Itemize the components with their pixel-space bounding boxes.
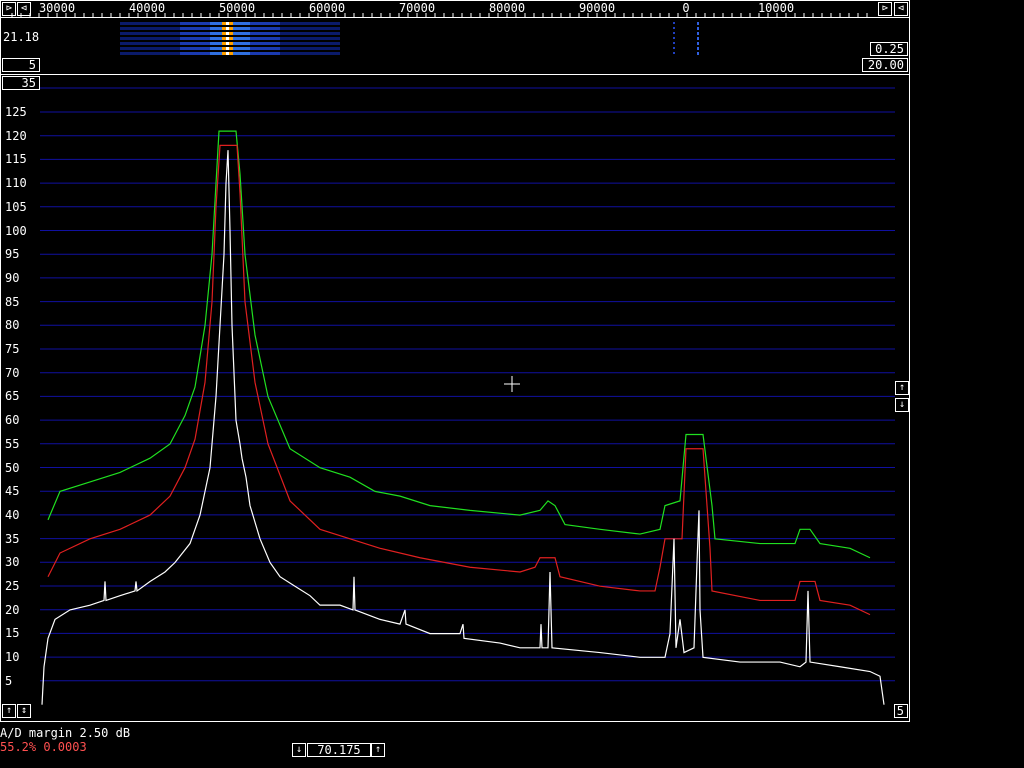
waterfall-signal <box>226 42 229 45</box>
waterfall-signal <box>222 27 226 30</box>
waterfall-signal <box>226 27 229 30</box>
ad-margin-text: A/D margin 2.50 dB <box>0 726 131 740</box>
waterfall-signal <box>222 42 226 45</box>
waterfall-signal <box>229 27 233 30</box>
waterfall-signal <box>697 32 699 35</box>
waterfall-signal <box>673 22 675 24</box>
waterfall-signal <box>697 37 699 40</box>
cpu-load-text: 55.2% 0.0003 <box>0 740 87 754</box>
waterfall-signal <box>673 47 675 49</box>
waterfall-signal <box>229 42 233 45</box>
waterfall-signal <box>226 22 229 25</box>
waterfall-signal <box>226 47 229 50</box>
waterfall-signal <box>222 22 226 25</box>
waterfall-signal <box>673 37 675 39</box>
waterfall-signal <box>229 22 233 25</box>
waterfall-signal <box>697 27 699 30</box>
waterfall-signal <box>673 32 675 34</box>
waterfall-signal <box>697 47 699 50</box>
waterfall-signal <box>222 32 226 35</box>
freq-down-button[interactable]: ↓ <box>292 743 306 757</box>
waterfall-signal <box>229 52 233 55</box>
waterfall-signal <box>226 52 229 55</box>
waterfall-signal <box>673 52 675 54</box>
spectrum-graph <box>11 13 895 705</box>
waterfall-signal <box>226 32 229 35</box>
freq-up-button[interactable]: ↑ <box>371 743 385 757</box>
waterfall-signal <box>697 22 699 25</box>
waterfall-signal <box>229 37 233 40</box>
waterfall-signal <box>222 37 226 40</box>
freq-value-box[interactable]: 70.175 <box>307 743 371 757</box>
waterfall-signal <box>697 42 699 45</box>
waterfall-signal <box>229 32 233 35</box>
waterfall-signal <box>673 42 675 44</box>
waterfall-signal <box>222 47 226 50</box>
average-trace <box>47 144 871 616</box>
waterfall-signal <box>697 52 699 55</box>
waterfall-signal <box>229 47 233 50</box>
waterfall-signal <box>226 37 229 40</box>
waterfall-signal <box>222 52 226 55</box>
waterfall-signal <box>673 27 675 29</box>
instant-trace <box>41 150 885 705</box>
